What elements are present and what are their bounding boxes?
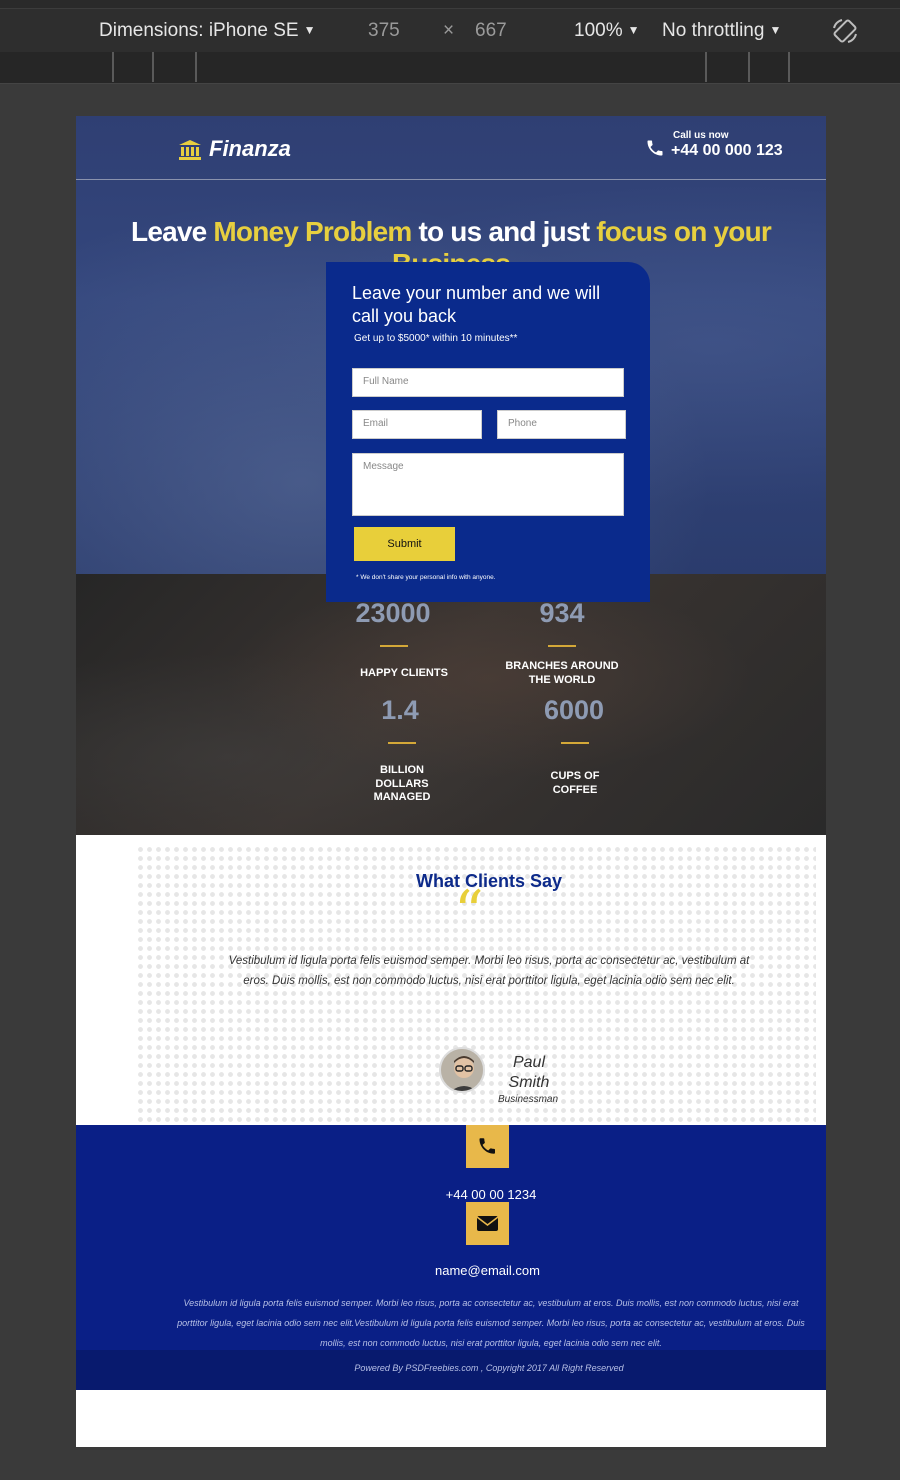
email-icon-box xyxy=(466,1202,509,1245)
chevron-down-icon: ▼ xyxy=(769,23,782,37)
stat-item: 6000 CUPS OF COFFEE xyxy=(531,695,619,797)
testimonials-title: What Clients Say xyxy=(415,871,563,891)
contact-description: Vestibulum id ligula porta felis euismod… xyxy=(177,1298,805,1348)
zoom-dropdown[interactable]: 100% ▼ xyxy=(574,20,640,42)
site-footer: Powered By PSDFreebies.com , Copyright 2… xyxy=(76,1350,826,1390)
throttling-label: No throttling xyxy=(662,20,765,41)
client-role: Businessman xyxy=(498,1094,559,1105)
stat-label: CUPS OF COFFEE xyxy=(550,770,600,796)
fullname-field[interactable]: Full Name xyxy=(352,368,624,397)
height-input[interactable]: 667 xyxy=(475,20,507,42)
device-dimensions-dropdown[interactable]: Dimensions: iPhone SE ▼ xyxy=(99,20,316,42)
contact-phone[interactable]: +44 00 00 1234 xyxy=(76,1187,826,1202)
ruler-tick xyxy=(788,52,790,82)
phone-icon-box xyxy=(466,1125,509,1168)
stat-divider xyxy=(380,645,408,647)
form-title: Leave your number and we will call you b… xyxy=(352,283,601,326)
ruler-tick xyxy=(112,52,114,82)
stat-value: 6000 xyxy=(543,695,605,725)
phone-icon xyxy=(647,140,663,156)
footer-copyright: Powered By PSDFreebies.com , Copyright 2… xyxy=(354,1363,624,1373)
privacy-note: * We don't share your personal info with… xyxy=(356,574,496,581)
submit-button[interactable]: Submit xyxy=(354,527,455,561)
envelope-icon xyxy=(476,1216,499,1231)
stat-value: 1.4 xyxy=(381,695,419,725)
device-dimensions-label: Dimensions: iPhone SE xyxy=(99,20,299,41)
testimonial-quote: Vestibulum id ligula porta felis euismod… xyxy=(228,955,750,987)
ruler-tick xyxy=(195,52,197,82)
stat-divider xyxy=(548,645,576,647)
stat-item: 1.4 BILLION DOLLARS MANAGED xyxy=(358,695,446,805)
stat-value: 934 xyxy=(539,598,585,628)
stat-label: BILLION DOLLARS MANAGED xyxy=(373,764,431,803)
bank-icon xyxy=(179,140,201,160)
stat-item: 23000 HAPPY CLIENTS xyxy=(334,598,474,681)
testimonials-section: “ What Clients Say Vestibulum id ligula … xyxy=(76,835,826,1125)
form-subtitle: Get up to $5000* within 10 minutes** xyxy=(354,333,518,344)
zoom-label: 100% xyxy=(574,20,623,41)
throttling-dropdown[interactable]: No throttling ▼ xyxy=(662,20,781,42)
chevron-down-icon: ▼ xyxy=(627,23,640,37)
contact-section: +44 00 00 1234 name@email.com Vestibulum… xyxy=(76,1125,826,1350)
headline-highlight: Money Problem xyxy=(213,216,412,247)
ruler-tick xyxy=(748,52,750,82)
brand-logo[interactable]: Finanza xyxy=(209,136,291,162)
headline-part: Leave xyxy=(131,216,214,247)
ruler-tick xyxy=(152,52,154,82)
emulated-page: Finanza Call us now +44 00 000 123 Leave… xyxy=(76,116,826,1447)
stat-divider xyxy=(388,742,416,744)
stat-item: 934 BRANCHES AROUND THE WORLD xyxy=(500,598,624,687)
avatar xyxy=(439,1047,485,1093)
ruler-tick xyxy=(705,52,707,82)
headline-part: to us and just xyxy=(411,216,597,247)
phone-field[interactable]: Phone xyxy=(497,410,626,439)
header-phone-link[interactable]: +44 00 000 123 xyxy=(671,142,783,160)
call-label: Call us now xyxy=(673,130,729,141)
rotate-icon[interactable] xyxy=(830,16,860,46)
width-input[interactable]: 375 xyxy=(368,20,400,42)
devtools-ruler xyxy=(0,52,900,84)
contact-email[interactable]: name@email.com xyxy=(76,1263,826,1278)
site-header: Finanza Call us now +44 00 000 123 xyxy=(76,116,826,180)
stat-value: 23000 xyxy=(355,598,431,628)
callback-form: Leave your number and we will call you b… xyxy=(326,262,650,602)
phone-icon xyxy=(479,1138,495,1154)
message-field[interactable]: Message xyxy=(352,453,624,516)
stat-label: BRANCHES AROUND THE WORLD xyxy=(505,660,619,686)
stat-label: HAPPY CLIENTS xyxy=(360,667,448,679)
stat-divider xyxy=(561,742,589,744)
stats-section: 23000 HAPPY CLIENTS 934 BRANCHES AROUND … xyxy=(76,574,826,835)
client-name: Paul Smith xyxy=(508,1054,550,1091)
chevron-down-icon: ▼ xyxy=(303,23,316,37)
email-field[interactable]: Email xyxy=(352,410,482,439)
times-symbol: × xyxy=(443,20,455,41)
